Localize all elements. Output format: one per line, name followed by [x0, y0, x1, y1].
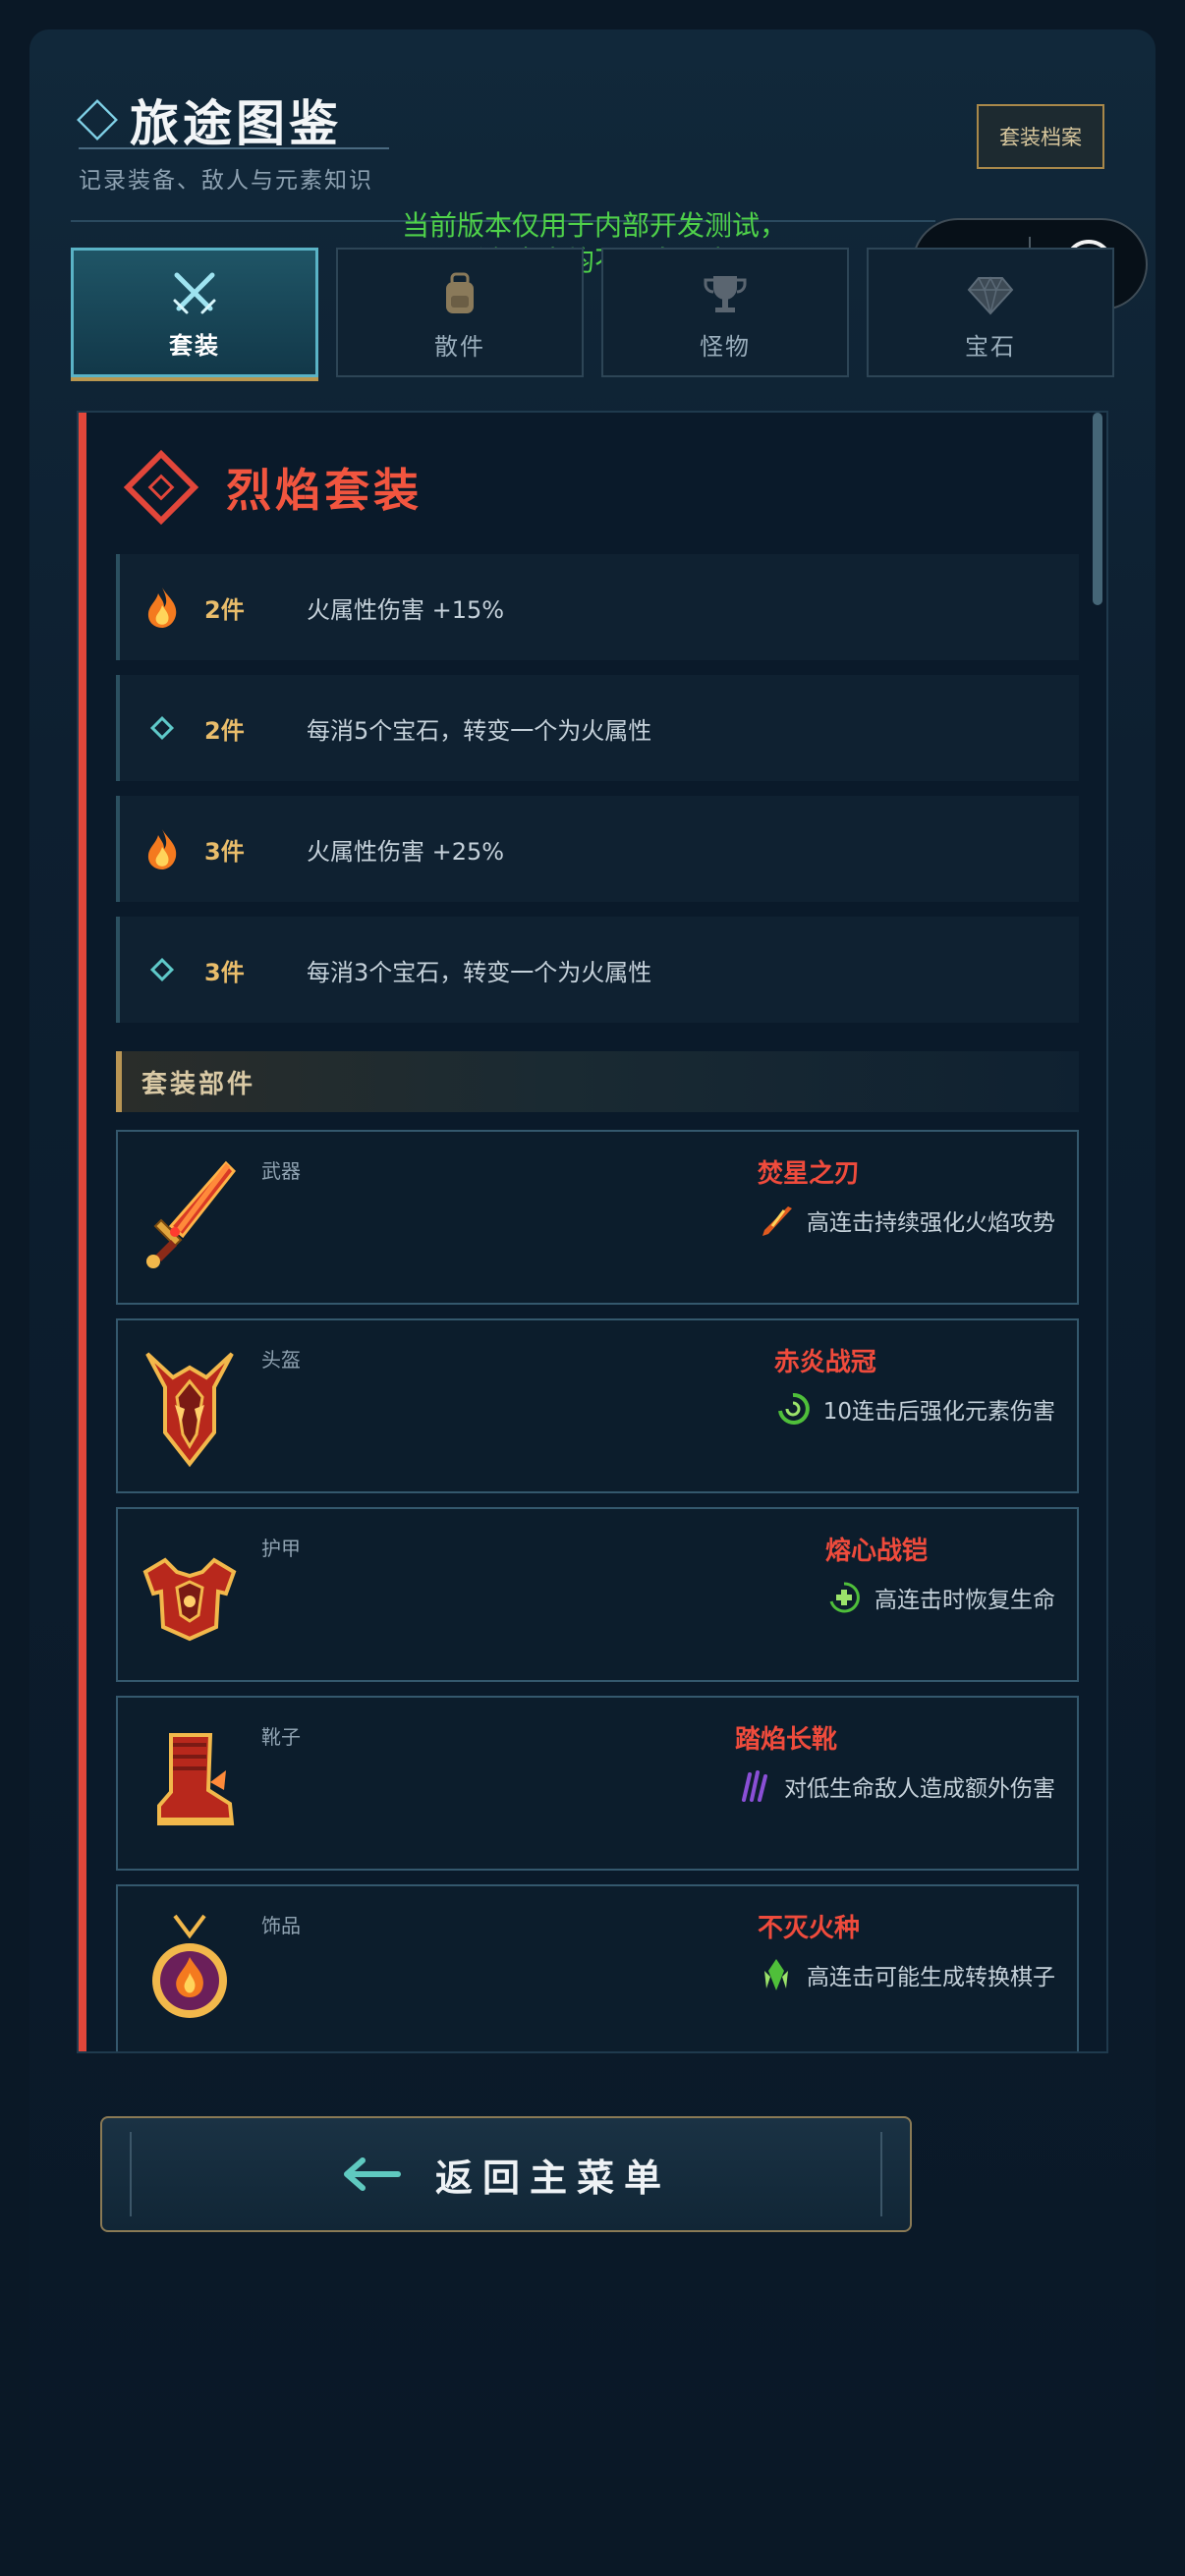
- part-name: 踏焰长靴: [735, 1725, 838, 1755]
- trophy-icon: [696, 264, 755, 323]
- green-heal-icon: [825, 1579, 863, 1616]
- part-name: 赤炎战冠: [773, 1348, 876, 1377]
- diamond-icon: [77, 99, 118, 140]
- tab-gems[interactable]: 宝石: [867, 248, 1114, 377]
- sword-icon: [136, 1153, 244, 1285]
- part-slot: 靴子: [261, 1725, 301, 1749]
- boots-icon: [136, 1719, 244, 1851]
- title-underline: [79, 147, 389, 149]
- set-name: 烈焰套装: [226, 464, 423, 517]
- tab-monsters[interactable]: 怪物: [601, 248, 849, 377]
- backpack-icon: [430, 264, 489, 323]
- set-parts-header: 套装部件: [116, 1051, 1079, 1112]
- set-part-card[interactable]: 武器 焚星之刃 高连击持续强化火焰攻势: [116, 1130, 1079, 1305]
- set-part-card[interactable]: 护甲 熔心战铠 高连击时恢复生命: [116, 1507, 1079, 1682]
- flame-icon: [141, 827, 183, 870]
- part-name: 焚星之刃: [758, 1159, 861, 1189]
- set-parts-title: 套装部件: [141, 1069, 256, 1099]
- chest-armor-icon: [136, 1531, 244, 1662]
- tab-label: 散件: [434, 333, 485, 361]
- set-bonus-row: 2件 每消5个宝石，转变一个为火属性: [116, 675, 1079, 781]
- category-tabs: 套装 散件 怪物 宝石: [71, 248, 1114, 377]
- set-bonus-row: 2件 火属性伤害 +15%: [116, 554, 1079, 660]
- bonus-text: 每消5个宝石，转变一个为火属性: [307, 716, 652, 745]
- part-effect: 对低生命敌人造成额外伤害: [784, 1776, 1055, 1802]
- set-bonus-row: 3件 火属性伤害 +25%: [116, 796, 1079, 902]
- crossed-swords-icon: [165, 263, 224, 322]
- fire-diamond-icon: [122, 448, 200, 527]
- part-slot: 头盔: [261, 1348, 301, 1372]
- fire-slash-icon: [758, 1202, 795, 1239]
- set-detail-panel[interactable]: 烈焰套装 2件 火属性伤害 +15% 2件 每消5个宝石，转变一个为火属性 3件…: [77, 411, 1108, 2053]
- part-slot: 武器: [261, 1159, 301, 1183]
- green-crystal-icon: [758, 1956, 795, 1993]
- title-row: 旅途图鉴: [77, 84, 342, 155]
- helmet-icon: [136, 1342, 244, 1474]
- set-bonus-row: 3件 每消3个宝石，转变一个为火属性: [116, 917, 1079, 1023]
- part-name: 不灭火种: [758, 1914, 861, 1943]
- tab-label: 宝石: [965, 333, 1016, 361]
- part-slot: 护甲: [261, 1537, 301, 1560]
- part-name: 熔心战铠: [825, 1537, 929, 1566]
- tab-label: 套装: [169, 332, 220, 360]
- flame-icon: [141, 586, 183, 629]
- part-effect: 高连击时恢复生命: [875, 1588, 1055, 1613]
- part-slot: 饰品: [261, 1914, 301, 1937]
- part-effect: 高连击可能生成转换棋子: [807, 1965, 1055, 1990]
- amulet-icon: [136, 1908, 244, 2040]
- bonus-text: 火属性伤害 +25%: [307, 837, 505, 866]
- bonus-count: 2件: [204, 716, 245, 745]
- purple-claw-icon: [735, 1767, 772, 1805]
- page-subtitle: 记录装备、敌人与元素知识: [79, 168, 373, 194]
- tab-items[interactable]: 散件: [336, 248, 584, 377]
- bonus-count: 3件: [204, 958, 245, 986]
- set-part-card[interactable]: 饰品 不灭火种 高连击可能生成转换棋子: [116, 1884, 1079, 2051]
- dev-notice-line-1: 当前版本仅用于内部开发测试，: [401, 209, 787, 242]
- return-main-menu-button[interactable]: 返回主菜单: [100, 2116, 912, 2232]
- part-effect: 高连击持续强化火焰攻势: [807, 1210, 1055, 1236]
- set-part-card[interactable]: 头盔 赤炎战冠 10连击后强化元素伤害: [116, 1318, 1079, 1493]
- scrollbar[interactable]: [1093, 413, 1102, 605]
- button-inner-frame: [130, 2132, 882, 2216]
- gem-icon: [961, 264, 1020, 323]
- diamond-outline-icon: [141, 715, 183, 741]
- diamond-outline-icon: [141, 957, 183, 982]
- green-swirl-icon: [774, 1390, 812, 1428]
- set-header: 烈焰套装: [122, 448, 423, 527]
- bonus-count: 2件: [204, 595, 245, 624]
- bonus-text: 每消3个宝石，转变一个为火属性: [307, 958, 652, 986]
- tab-sets[interactable]: 套装: [71, 248, 318, 377]
- bonus-text: 火属性伤害 +15%: [307, 595, 505, 624]
- part-effect: 10连击后强化元素伤害: [822, 1399, 1055, 1425]
- tab-label: 怪物: [700, 333, 751, 361]
- panel-accent-bar: [79, 413, 86, 2051]
- set-archive-button[interactable]: 套装档案: [977, 104, 1104, 169]
- set-part-card[interactable]: 靴子 踏焰长靴 对低生命敌人造成额外伤害: [116, 1696, 1079, 1871]
- bonus-count: 3件: [204, 837, 245, 866]
- page-title: 旅途图鉴: [130, 95, 342, 152]
